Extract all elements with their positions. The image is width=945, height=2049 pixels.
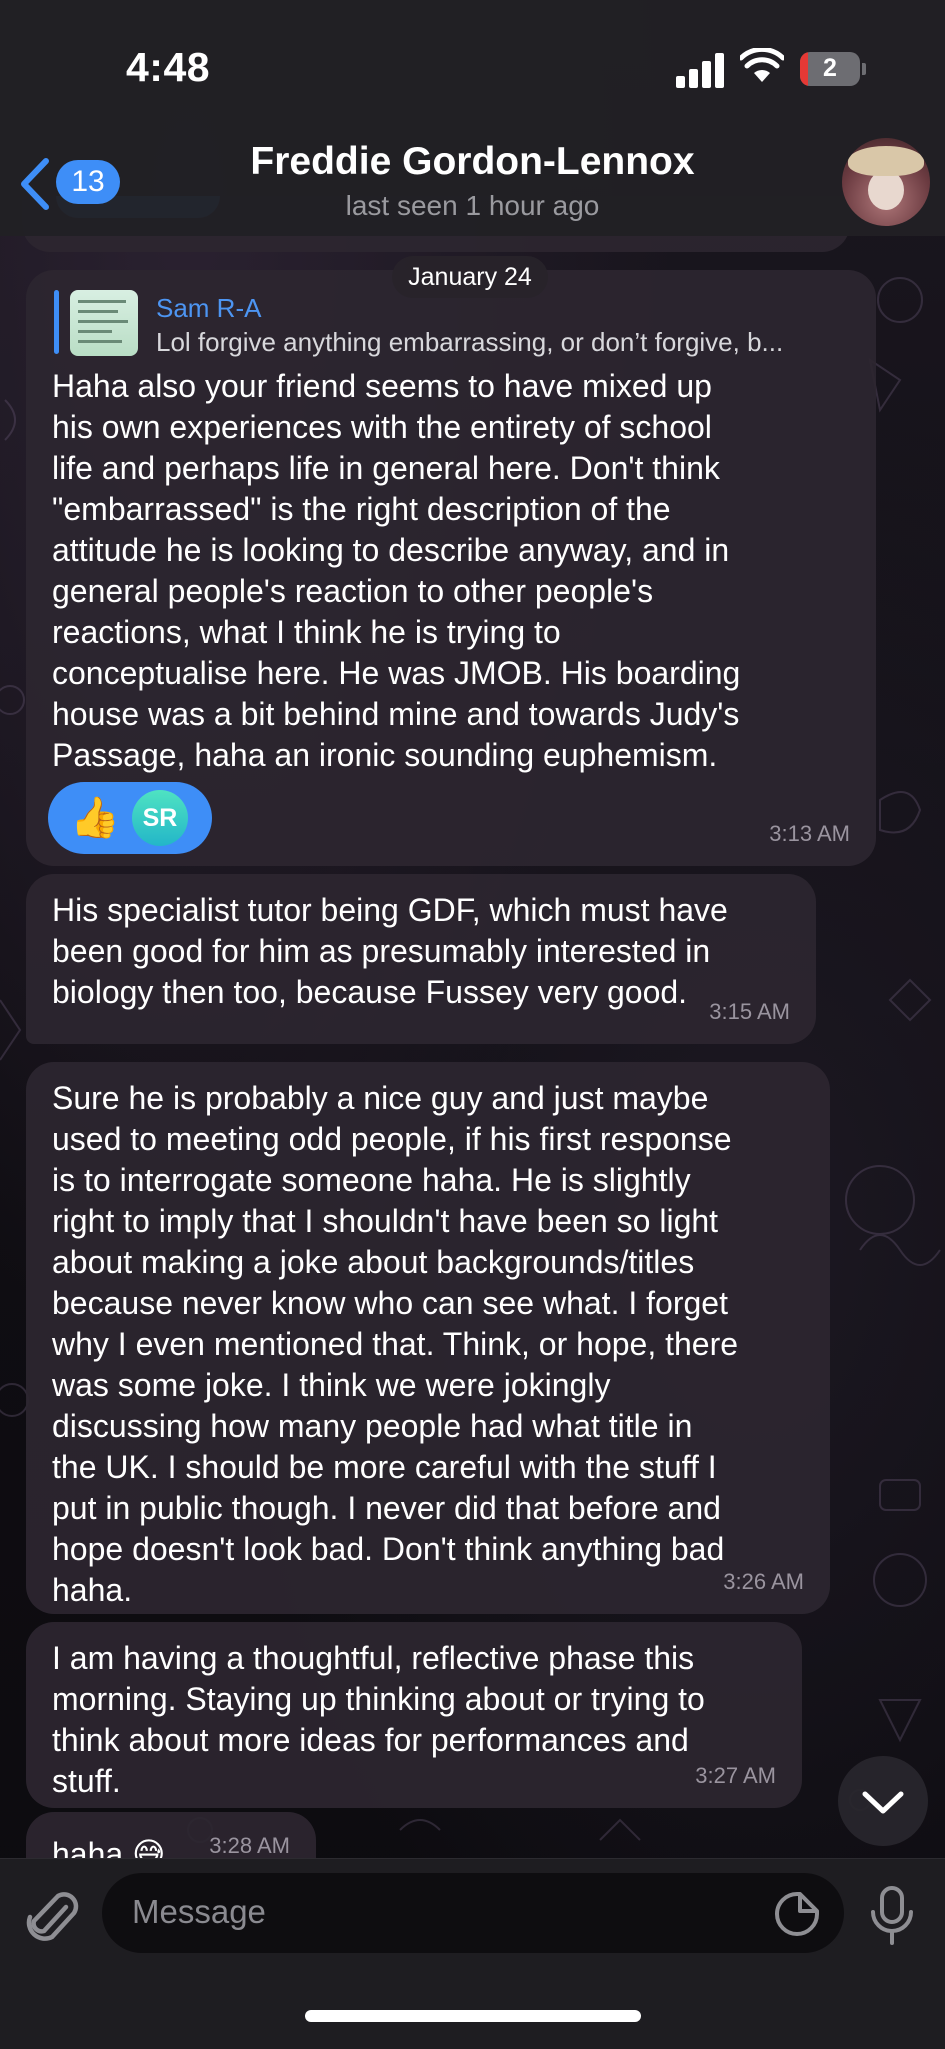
scroll-down-button[interactable] <box>838 1756 928 1846</box>
home-indicator[interactable] <box>305 2010 641 2022</box>
battery-icon: 2 <box>800 52 860 86</box>
mic-icon[interactable] <box>868 1885 916 1947</box>
message-text: His specialist tutor being GDF, which mu… <box>52 892 728 1010</box>
sticker-icon[interactable] <box>774 1891 820 1937</box>
message-text: Sure he is probably a nice guy and just … <box>52 1080 739 1608</box>
avatar-hat <box>848 146 924 176</box>
message-time: 3:26 AM <box>723 1569 804 1594</box>
avatar-face <box>868 170 904 210</box>
wifi-icon <box>740 48 784 82</box>
message-placeholder: Message <box>132 1893 266 1930</box>
thumbs-up-icon: 👍 <box>70 796 120 840</box>
battery-level: 2 <box>823 54 837 82</box>
message-time: 3:15 AM <box>709 999 790 1024</box>
status-time: 4:48 <box>126 44 211 90</box>
reply-preview-text[interactable]: Lol forgive anything embarrassing, or do… <box>156 322 876 363</box>
message-text: I am having a thoughtful, reflective pha… <box>52 1640 705 1799</box>
chat-title[interactable]: Freddie Gordon-Lennox <box>0 140 945 184</box>
attach-icon[interactable] <box>26 1889 80 1949</box>
reply-accent-bar <box>54 290 59 354</box>
battery-nub <box>862 63 866 75</box>
message-bubble[interactable]: Sam R-A Lol forgive anything embarrassin… <box>26 270 876 866</box>
reaction-chip[interactable]: 👍 SR <box>48 782 212 854</box>
chat-header: 4:48 2 13 Freddie Gordon-Lennox last see… <box>0 0 945 236</box>
message-bubble[interactable]: Sure he is probably a nice guy and just … <box>26 1062 830 1614</box>
message-time: 3:28 AM <box>209 1833 290 1858</box>
message-text: Haha also your friend seems to have mixe… <box>52 368 741 773</box>
message-time: 3:27 AM <box>695 1763 776 1788</box>
message-time: 3:13 AM <box>769 821 850 846</box>
avatar[interactable] <box>842 138 930 226</box>
message-input[interactable]: Message <box>102 1873 844 1953</box>
date-separator: January 24 <box>392 256 548 298</box>
last-message-clip: haha 😅 3:28 AM <box>0 1812 945 1858</box>
reactor-avatar: SR <box>132 790 188 846</box>
chat-last-seen: last seen 1 hour ago <box>345 190 600 221</box>
message-bubble[interactable]: I am having a thoughtful, reflective pha… <box>26 1622 802 1808</box>
signal-icon <box>676 52 726 88</box>
message-bubble[interactable]: haha 😅 3:28 AM <box>26 1812 316 1858</box>
scroll-down-icon <box>862 1791 904 1814</box>
message-bubble[interactable]: His specialist tutor being GDF, which mu… <box>26 874 816 1044</box>
reply-thumbnail[interactable] <box>70 290 138 356</box>
